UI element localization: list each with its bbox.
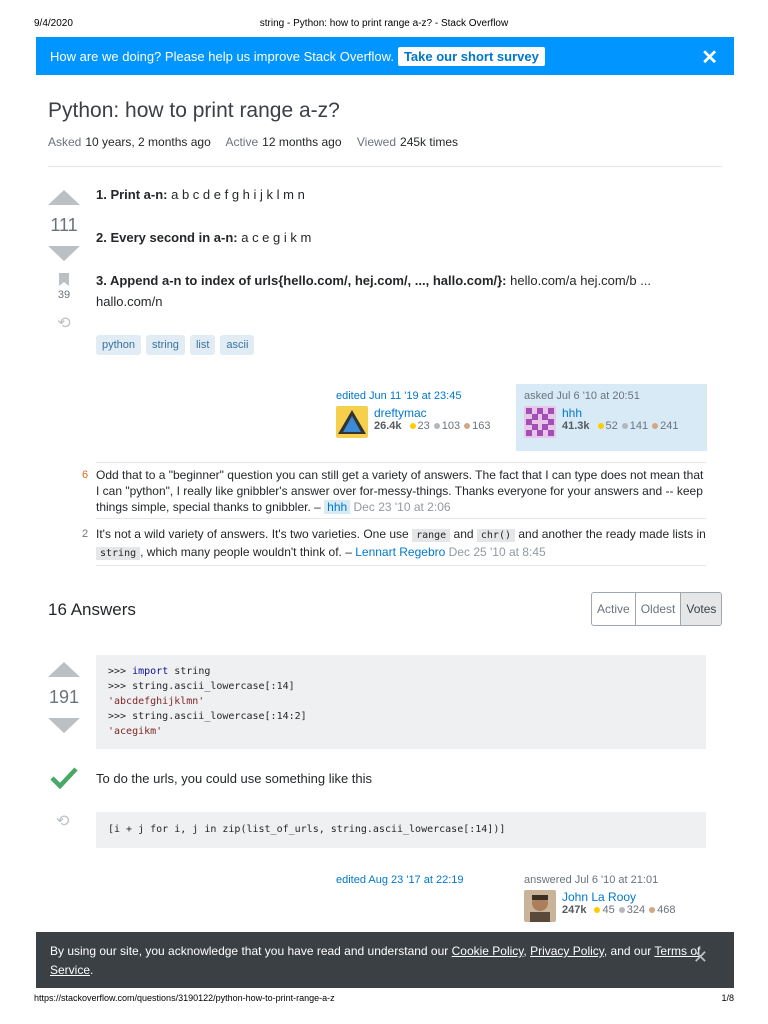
question-line-bold: 1. Print a-n:	[96, 187, 168, 202]
history-icon[interactable]: ⟲	[48, 313, 80, 333]
code-line: >>> import string	[108, 666, 211, 677]
comment-date[interactable]: Dec 25 '10 at 8:45	[449, 545, 546, 559]
close-icon[interactable]: ✕	[693, 948, 708, 967]
comment-text: and	[453, 527, 474, 541]
asked-card: asked Jul 6 '10 at 20:51 hhh 41.3k 52 141 2…	[516, 384, 707, 451]
comment-user[interactable]: Lennart Regebro	[355, 545, 445, 559]
tab-votes[interactable]: Votes	[681, 593, 722, 625]
reputation: 247k 45 324 468	[562, 904, 676, 916]
question-meta: Asked 10 years, 2 months ago Active 12 mon…	[48, 135, 470, 149]
downvote-icon[interactable]	[48, 246, 80, 261]
viewed-label: Viewed	[356, 135, 397, 149]
question-line: 3. Append a-n to index of urls{hello.com…	[96, 270, 706, 312]
question-line-bold: 2. Every second in a-n:	[96, 230, 238, 245]
privacy-policy-link[interactable]: Privacy Policy	[530, 944, 604, 958]
avatar[interactable]	[524, 890, 556, 922]
survey-banner: How are we doing? Please help us improve…	[36, 37, 734, 75]
divider	[96, 518, 706, 519]
question-body: 1. Print a-n: a b c d e f g h i j k l m …	[96, 184, 706, 334]
cookie-policy-link[interactable]: Cookie Policy	[452, 944, 524, 958]
print-header: 9/4/2020 string - Python: how to print r…	[34, 18, 734, 32]
edited-link: edited Aug 23 '17 at 22:19	[336, 874, 464, 886]
tab-oldest[interactable]: Oldest	[636, 593, 682, 625]
close-icon[interactable]: ✕	[701, 45, 718, 70]
question-line-text: a b c d e f g h i j k l m n	[167, 187, 305, 202]
question-line-bold: 3. Append a-n to index of urls{hello.com…	[96, 273, 507, 288]
question-vote-count: 111	[50, 215, 78, 235]
page-title[interactable]: Python: how to print range a-z?	[48, 99, 340, 123]
comment-text: and another the ready made lists in	[518, 527, 706, 541]
comment: 6 Odd that to a "beginner" question you …	[82, 467, 706, 515]
accepted-check-icon	[50, 767, 78, 790]
code-line: >>> string.ascii_lowercase[:14:2]	[108, 711, 307, 722]
comment: 2 It's not a wild variety of answers. It…	[82, 526, 706, 562]
answered-card: answered Jul 6 '10 at 21:01 John La Rooy…	[524, 874, 714, 922]
cookie-text: , and our	[603, 944, 652, 958]
answerer-name[interactable]: John La Rooy	[562, 890, 675, 904]
cookie-text: By using our site, you acknowledge that …	[50, 944, 449, 958]
question-line-text: a c e g i k m	[237, 230, 312, 245]
comment-user[interactable]: hhh	[324, 500, 351, 514]
reputation: 26.4k 23 103 163	[374, 420, 491, 432]
comment-score: 2	[82, 528, 89, 540]
asked-label: Asked	[48, 135, 82, 149]
print-title: string - Python: how to print range a-z?…	[259, 18, 509, 29]
tag-list[interactable]: list	[189, 335, 216, 355]
survey-button[interactable]: Take our short survey	[397, 46, 545, 66]
tag-python[interactable]: python	[96, 335, 142, 355]
code-line: 'acegikm'	[108, 726, 163, 737]
inline-code: chr()	[476, 529, 515, 542]
history-icon[interactable]: ⟲	[56, 811, 69, 831]
comment-text: , which many people wouldn't think of. –	[140, 545, 352, 559]
banner-message: How are we doing? Please help us improve…	[50, 48, 394, 64]
print-url: https://stackoverflow.com/questions/3190…	[34, 993, 335, 1003]
answer-vote-cell: 191	[48, 662, 80, 733]
tab-active[interactable]: Active	[592, 593, 636, 625]
code-block: [i + j for i, j in zip(list_of_urls, str…	[96, 812, 706, 848]
active-value[interactable]: 12 months ago	[262, 135, 341, 149]
favorite-count: 39	[57, 289, 71, 301]
answered-date[interactable]: answered Jul 6 '10 at 21:01	[524, 874, 658, 886]
question-vote-cell: 111 39 ⟲	[48, 190, 80, 333]
downvote-icon[interactable]	[48, 718, 80, 733]
inline-code: string	[96, 547, 141, 560]
asked-date[interactable]: asked Jul 6 '10 at 20:51	[524, 390, 640, 402]
divider	[48, 166, 722, 167]
code-line: 'abcdefghijklmn'	[108, 696, 205, 707]
divider	[96, 462, 706, 463]
active-label: Active	[225, 135, 259, 149]
asker-name[interactable]: hhh	[562, 406, 679, 420]
upvote-icon[interactable]	[48, 190, 80, 205]
avatar[interactable]	[336, 406, 368, 438]
answer-vote-count: 191	[48, 687, 80, 707]
editor-name[interactable]: dreftymac	[374, 406, 491, 420]
comment-date[interactable]: Dec 23 '10 at 2:06	[354, 500, 451, 514]
answers-heading: 16 Answers	[48, 600, 136, 619]
question-line: 1. Print a-n: a b c d e f g h i j k l m …	[96, 184, 706, 205]
asked-value: 10 years, 2 months ago	[85, 135, 211, 149]
code-block: >>> import string >>> string.ascii_lowerc…	[96, 655, 706, 749]
print-page-number: 1/8	[721, 993, 734, 1003]
comment-score: 6	[82, 469, 89, 481]
upvote-icon[interactable]	[48, 662, 80, 677]
bookmark-icon[interactable]	[59, 273, 69, 286]
inline-code: range	[412, 529, 451, 542]
viewed-value: 245k times	[400, 135, 459, 149]
comment-text: It's not a wild variety of answers. It's…	[96, 527, 409, 541]
edited-link[interactable]: edited Jun 11 '19 at 23:45	[336, 390, 461, 402]
edited-link-text[interactable]: edited Aug 23 '17 at 22:19	[336, 874, 464, 886]
code-line: >>> string.ascii_lowercase[:14]	[108, 681, 295, 692]
tag-ascii[interactable]: ascii	[220, 335, 255, 355]
cookie-notice: By using our site, you acknowledge that …	[36, 932, 734, 988]
edited-card: edited Jun 11 '19 at 23:45 dreftymac 26.…	[336, 390, 506, 438]
tag-list: python string list ascii	[96, 335, 255, 355]
tag-string[interactable]: string	[146, 335, 185, 355]
answer-sort-tabs: Active Oldest Votes	[591, 592, 723, 626]
reputation: 41.3k 52 141 241	[562, 420, 679, 432]
answer-text: To do the urls, you could use something …	[96, 771, 373, 786]
divider	[96, 565, 706, 566]
code-line: [i + j for i, j in zip(list_of_urls, str…	[108, 824, 506, 835]
avatar[interactable]	[524, 406, 556, 438]
question-line: 2. Every second in a-n: a c e g i k m	[96, 227, 706, 248]
